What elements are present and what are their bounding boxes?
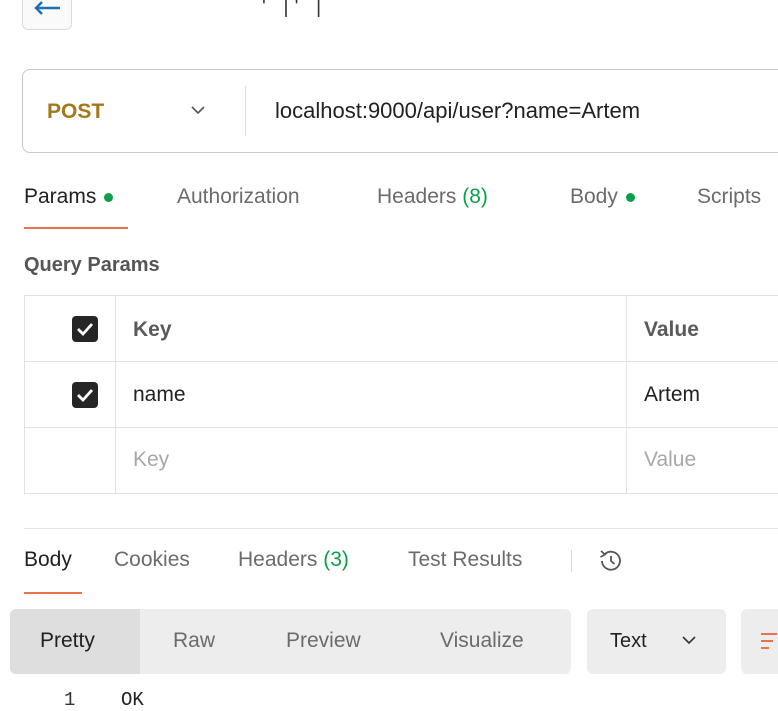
response-tab-headers-count: (3): [323, 548, 349, 571]
table-divider: [626, 295, 627, 494]
response-tab-headers-label: Headers: [238, 548, 318, 571]
tab-headers-count: (8): [462, 185, 488, 208]
response-body-line: OK: [121, 689, 144, 711]
chevron-down-icon[interactable]: [191, 106, 205, 115]
response-divider: [24, 528, 778, 529]
tab-params[interactable]: Params: [24, 185, 114, 209]
url-bar: POST localhost:9000/api/user?name=Artem: [22, 69, 778, 153]
tab-params-label: Params: [24, 185, 97, 208]
format-select-label: Text: [610, 630, 647, 652]
active-tab-indicator: [24, 592, 82, 594]
arrow-left-icon: [34, 1, 60, 15]
view-visualize-button[interactable]: Visualize: [440, 629, 524, 653]
new-param-key-input[interactable]: Key: [133, 448, 169, 472]
table-divider: [24, 361, 778, 362]
query-params-title: Query Params: [24, 254, 160, 276]
request-title-fragment: ' |' |: [262, 0, 328, 18]
tab-authorization[interactable]: Authorization: [177, 185, 300, 209]
method-select[interactable]: POST: [47, 100, 104, 124]
line-number: 1: [64, 689, 76, 711]
select-all-checkbox[interactable]: [72, 316, 98, 342]
url-input[interactable]: localhost:9000/api/user?name=Artem: [275, 98, 640, 124]
new-param-value-input[interactable]: Value: [644, 448, 696, 472]
check-icon: [77, 389, 94, 403]
response-tab-test-results[interactable]: Test Results: [408, 548, 522, 572]
back-button[interactable]: [22, 0, 72, 30]
active-tab-indicator: [24, 227, 128, 229]
response-tab-headers[interactable]: Headers (3): [238, 548, 349, 572]
column-header-value: Value: [644, 318, 699, 341]
response-tab-body[interactable]: Body: [24, 548, 72, 572]
tab-headers-label: Headers: [377, 185, 457, 208]
status-dot: [104, 192, 114, 202]
filter-button[interactable]: [741, 609, 778, 674]
history-icon[interactable]: [596, 546, 626, 576]
column-header-key: Key: [133, 318, 172, 341]
param-key-input[interactable]: name: [133, 383, 186, 407]
tab-body[interactable]: Body: [570, 185, 635, 209]
view-pretty-button[interactable]: Pretty: [40, 629, 95, 653]
status-dot: [625, 192, 635, 202]
tab-headers[interactable]: Headers (8): [377, 185, 488, 209]
tab-divider: [571, 550, 572, 572]
format-select[interactable]: [587, 609, 726, 674]
table-divider: [24, 427, 778, 428]
param-value-input[interactable]: Artem: [644, 383, 700, 407]
row-checkbox[interactable]: [72, 382, 98, 408]
response-tab-cookies[interactable]: Cookies: [114, 548, 190, 572]
tab-scripts[interactable]: Scripts: [697, 185, 761, 209]
check-icon: [77, 323, 94, 337]
url-divider: [245, 86, 246, 136]
view-raw-button[interactable]: Raw: [173, 629, 215, 653]
tab-body-label: Body: [570, 185, 618, 208]
table-divider: [115, 295, 116, 494]
filter-lines-icon: [761, 633, 777, 649]
view-preview-button[interactable]: Preview: [286, 629, 361, 653]
chevron-down-icon: [682, 636, 696, 645]
